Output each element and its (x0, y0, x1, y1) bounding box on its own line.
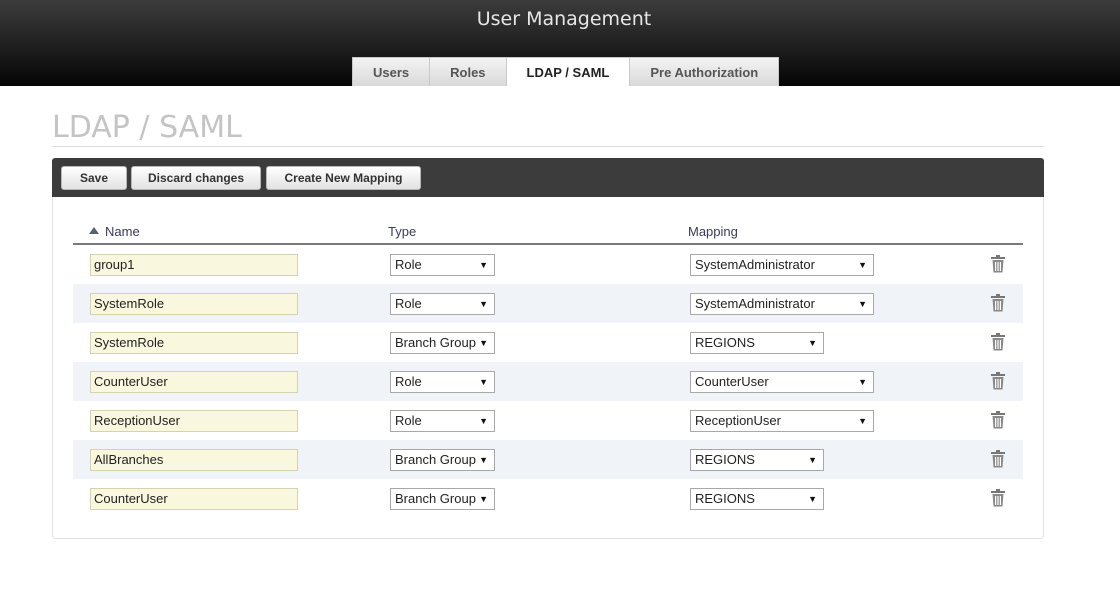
type-select-value: Branch Group (395, 452, 476, 467)
mapping-select[interactable]: REGIONS ▼ (690, 332, 824, 354)
column-header-type: Type (388, 224, 417, 239)
name-input[interactable]: SystemRole (90, 332, 298, 354)
title-divider (52, 146, 1044, 147)
name-input[interactable]: CounterUser (90, 488, 298, 510)
mapping-select-value: REGIONS (695, 491, 755, 506)
dropdown-arrow-icon: ▼ (858, 416, 867, 426)
type-select-value: Role (395, 257, 422, 272)
trash-icon[interactable] (990, 372, 1006, 390)
mapping-select-value: SystemAdministrator (695, 296, 815, 311)
type-select[interactable]: Branch Group ▼ (390, 332, 495, 354)
dropdown-arrow-icon: ▼ (479, 455, 488, 465)
dropdown-arrow-icon: ▼ (858, 377, 867, 387)
dropdown-arrow-icon: ▼ (808, 455, 817, 465)
dropdown-arrow-icon: ▼ (479, 338, 488, 348)
mapping-select[interactable]: REGIONS ▼ (690, 488, 824, 510)
mapping-select-value: REGIONS (695, 335, 755, 350)
trash-icon[interactable] (990, 411, 1006, 429)
tab-bar: Users Roles LDAP / SAML Pre Authorizatio… (352, 57, 780, 86)
name-input[interactable]: SystemRole (90, 293, 298, 315)
name-input[interactable]: group1 (90, 254, 298, 276)
tab-pre-authorization[interactable]: Pre Authorization (630, 57, 780, 86)
type-select[interactable]: Role ▼ (390, 410, 495, 432)
table-row: CounterUser Branch Group ▼ REGIONS ▼ (73, 479, 1023, 518)
mapping-select-value: SystemAdministrator (695, 257, 815, 272)
type-select[interactable]: Branch Group ▼ (390, 488, 495, 510)
discard-changes-button[interactable]: Discard changes (131, 166, 261, 190)
tab-ldap-saml[interactable]: LDAP / SAML (506, 57, 631, 86)
column-header-name[interactable]: Name (105, 224, 140, 239)
dropdown-arrow-icon: ▼ (808, 338, 817, 348)
type-select[interactable]: Role ▼ (390, 293, 495, 315)
table-row: SystemRole Role ▼ SystemAdministrator ▼ (73, 284, 1023, 323)
table-row: group1 Role ▼ SystemAdministrator ▼ (73, 245, 1023, 284)
type-select-value: Branch Group (395, 491, 476, 506)
dropdown-arrow-icon: ▼ (808, 494, 817, 504)
name-input[interactable]: AllBranches (90, 449, 298, 471)
save-button[interactable]: Save (61, 166, 127, 190)
dropdown-arrow-icon: ▼ (479, 416, 488, 426)
trash-icon[interactable] (990, 294, 1006, 312)
type-select[interactable]: Role ▼ (390, 371, 495, 393)
sort-ascending-icon[interactable] (89, 227, 99, 234)
mapping-select-value: ReceptionUser (695, 413, 781, 428)
type-select-value: Branch Group (395, 335, 476, 350)
page-title: LDAP / SAML (52, 110, 242, 145)
type-select-value: Role (395, 296, 422, 311)
toolbar: Save Discard changes Create New Mapping (52, 158, 1044, 197)
type-select[interactable]: Branch Group ▼ (390, 449, 495, 471)
tab-roles[interactable]: Roles (430, 57, 507, 86)
mapping-select[interactable]: CounterUser ▼ (690, 371, 874, 393)
table-row: SystemRole Branch Group ▼ REGIONS ▼ (73, 323, 1023, 362)
tab-users[interactable]: Users (352, 57, 431, 86)
table-row: CounterUser Role ▼ CounterUser ▼ (73, 362, 1023, 401)
app-header: User Management Users Roles LDAP / SAML … (0, 0, 1120, 86)
dropdown-arrow-icon: ▼ (479, 377, 488, 387)
dropdown-arrow-icon: ▼ (479, 260, 488, 270)
mapping-select-value: CounterUser (695, 374, 769, 389)
mapping-select[interactable]: ReceptionUser ▼ (690, 410, 874, 432)
trash-icon[interactable] (990, 489, 1006, 507)
name-input[interactable]: CounterUser (90, 371, 298, 393)
mapping-select[interactable]: SystemAdministrator ▼ (690, 254, 874, 276)
app-title: User Management (476, 8, 652, 30)
trash-icon[interactable] (990, 333, 1006, 351)
mapping-select[interactable]: REGIONS ▼ (690, 449, 824, 471)
create-new-mapping-button[interactable]: Create New Mapping (266, 166, 421, 190)
mapping-select[interactable]: SystemAdministrator ▼ (690, 293, 874, 315)
dropdown-arrow-icon: ▼ (858, 299, 867, 309)
trash-icon[interactable] (990, 450, 1006, 468)
column-header-mapping: Mapping (688, 224, 738, 239)
dropdown-arrow-icon: ▼ (479, 494, 488, 504)
type-select-value: Role (395, 374, 422, 389)
trash-icon[interactable] (990, 255, 1006, 273)
dropdown-arrow-icon: ▼ (858, 260, 867, 270)
type-select-value: Role (395, 413, 422, 428)
type-select[interactable]: Role ▼ (390, 254, 495, 276)
table-row: AllBranches Branch Group ▼ REGIONS ▼ (73, 440, 1023, 479)
mapping-select-value: REGIONS (695, 452, 755, 467)
dropdown-arrow-icon: ▼ (479, 299, 488, 309)
table-row: ReceptionUser Role ▼ ReceptionUser ▼ (73, 401, 1023, 440)
name-input[interactable]: ReceptionUser (90, 410, 298, 432)
